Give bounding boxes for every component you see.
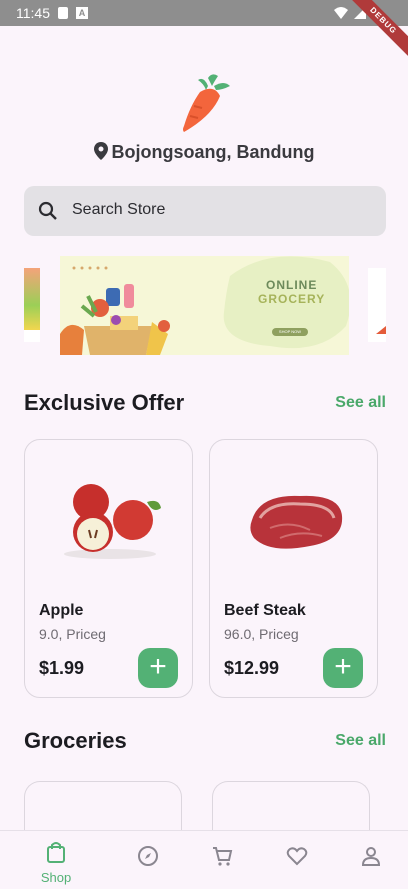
shopping-bag-icon [47, 842, 65, 863]
product-card[interactable]: Beef Steak 96.0, Priceg $12.99 + [209, 439, 378, 698]
heart-icon [286, 847, 308, 866]
nav-shop-label: Shop [40, 870, 72, 885]
banner-title-online: ONLINE [266, 278, 318, 292]
product-price: $12.99 [224, 658, 280, 678]
search-bar[interactable]: Search Store [24, 186, 386, 236]
add-to-cart-button[interactable]: + [138, 648, 178, 688]
product-name: Beef Steak [224, 602, 306, 619]
location-label[interactable]: Bojongsoang, Bandung [0, 142, 408, 163]
product-subtitle: 96.0, Priceg [224, 626, 299, 642]
banner-shop-button[interactable]: SHOP NOW [272, 328, 308, 336]
banner-prev[interactable] [24, 268, 40, 342]
bottom-navigation: Shop [0, 830, 408, 889]
location-text: Bojongsoang, Bandung [111, 142, 315, 162]
banner-title-grocery: GROCERY [258, 292, 326, 306]
steak-image [250, 495, 343, 549]
nav-explore[interactable] [128, 845, 168, 872]
banner-next[interactable] [368, 268, 386, 342]
product-subtitle: 9.0, Priceg [39, 626, 106, 642]
search-placeholder: Search Store [72, 201, 166, 218]
add-to-cart-button[interactable]: + [323, 648, 363, 688]
product-price: $1.99 [39, 658, 85, 678]
nav-account[interactable] [351, 845, 391, 872]
compass-icon [138, 846, 158, 866]
see-all-exclusive[interactable]: See all [335, 394, 386, 412]
wifi-icon [334, 7, 348, 19]
carrot-logo-icon [183, 74, 230, 132]
product-card[interactable]: Apple 9.0, Priceg $1.99 + [24, 439, 193, 698]
nav-shop[interactable]: Shop [36, 841, 76, 885]
see-all-groceries[interactable]: See all [335, 732, 386, 750]
nav-favourite[interactable] [277, 845, 317, 872]
sim-icon [58, 7, 68, 19]
nav-cart[interactable] [202, 845, 242, 872]
apple-image [64, 484, 161, 559]
notification-a-icon: A [76, 7, 88, 19]
location-pin-icon [93, 142, 108, 160]
cart-icon [213, 847, 233, 866]
promo-banner[interactable]: ONLINE GROCERY SHOP NOW [60, 256, 349, 355]
search-icon [38, 201, 57, 220]
status-time: 11:45 [16, 5, 50, 21]
section-title-groceries: Groceries [24, 728, 127, 753]
section-title-exclusive: Exclusive Offer [24, 390, 185, 415]
grocery-basket-illustration [60, 266, 170, 355]
person-icon [361, 847, 381, 866]
product-name: Apple [39, 602, 84, 619]
status-bar: 11:45 A [0, 0, 408, 26]
